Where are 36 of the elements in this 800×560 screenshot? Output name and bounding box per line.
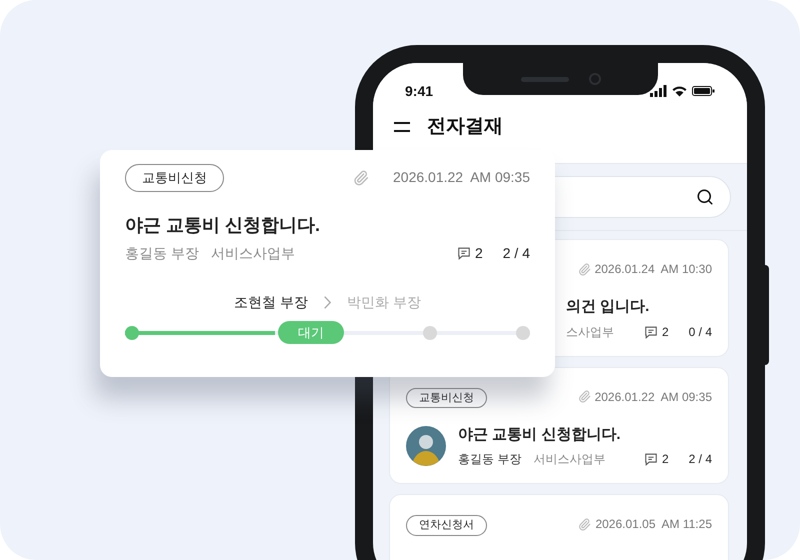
comment-icon	[456, 246, 471, 260]
date-text: 2026.01.22 AM 09:35	[594, 388, 712, 406]
approval-card[interactable]: 교통비신청 2026.01.22 AM 09:35 야근 교통비 신청합니다. 홍길동 부장 서비스사업부 2 2 / 4	[389, 366, 729, 484]
approval-title: 의건 입니다.	[566, 297, 650, 317]
menu-icon[interactable]	[393, 121, 411, 133]
chevron-right-icon	[324, 296, 331, 308]
wifi-icon	[672, 86, 687, 96]
approval-title: 야근 교통비 신청합니다.	[125, 214, 322, 236]
category-tag: 교통비신청	[406, 388, 487, 408]
category-tag: 연차신청서	[406, 515, 487, 536]
author-name: 홍길동 부장	[458, 451, 522, 468]
status-pill: 대기	[278, 320, 344, 344]
author-name: 홍길동 부장	[125, 244, 199, 262]
department-text: 서비스사업부	[533, 451, 606, 468]
current-approver: 조현철 부장	[234, 292, 308, 312]
approval-title: 야근 교통비 신청합니다.	[458, 424, 622, 444]
date-text: 2026.01.05 AM 11:25	[595, 516, 712, 533]
comment-icon	[644, 452, 658, 466]
progress-count: 2 / 4	[688, 451, 712, 468]
progress-count: 2 / 4	[502, 244, 530, 262]
date-text: 2026.01.22 AM 09:35	[393, 168, 530, 188]
approval-card[interactable]: 연차신청서 2026.01.05 AM 11:25	[389, 494, 729, 560]
signal-icon	[650, 85, 667, 97]
comment-count: 2	[662, 451, 669, 468]
battery-icon	[692, 86, 715, 96]
comment-count: 2	[474, 244, 483, 262]
screen-title: 전자결재	[427, 114, 503, 139]
department-text: 서비스사업부	[210, 244, 295, 262]
comment-count: 2	[662, 324, 669, 340]
progress-count: 0 / 4	[688, 324, 712, 340]
department-text: 스사업부	[566, 324, 614, 340]
search-icon	[696, 188, 714, 206]
status-time: 9:41	[405, 82, 434, 100]
comment-icon	[644, 324, 658, 338]
category-tag: 교통비신청	[125, 164, 224, 192]
date-text: 2026.01.24 AM 10:30	[594, 261, 712, 278]
